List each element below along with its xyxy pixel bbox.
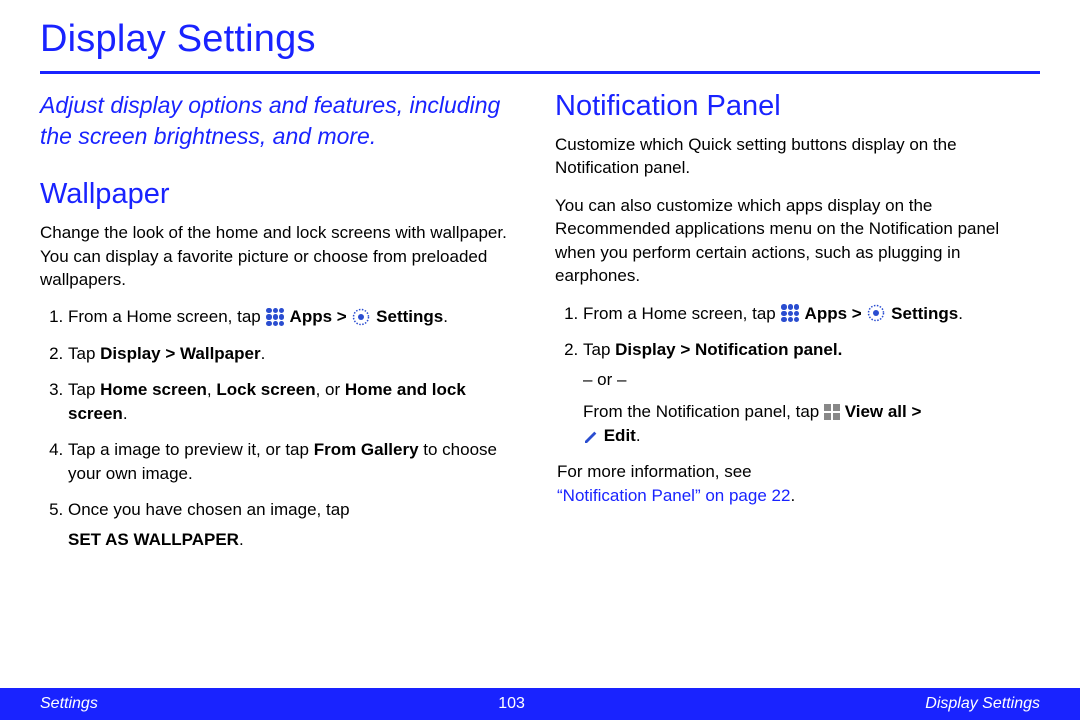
notification-desc-2: You can also customize which apps displa… bbox=[555, 194, 1040, 288]
apps-icon bbox=[266, 308, 284, 326]
notification-desc-1: Customize which Quick setting buttons di… bbox=[555, 133, 1040, 180]
apps-icon bbox=[781, 304, 799, 322]
gear-icon bbox=[352, 308, 370, 326]
notification-heading: Notification Panel bbox=[555, 90, 1040, 123]
wallpaper-step-3: Tap Home screen, Lock screen, or Home an… bbox=[68, 378, 525, 426]
wallpaper-step-1: From a Home screen, tap Apps > Settings. bbox=[68, 305, 525, 329]
wallpaper-steps: From a Home screen, tap Apps > Settings.… bbox=[40, 305, 525, 552]
wallpaper-step-5: Once you have chosen an image, tap SET A… bbox=[68, 498, 525, 552]
wallpaper-step-4: Tap a image to preview it, or tap From G… bbox=[68, 438, 525, 486]
wallpaper-heading: Wallpaper bbox=[40, 178, 525, 211]
notification-steps: From a Home screen, tap Apps > Settings.… bbox=[555, 302, 1040, 449]
pencil-icon bbox=[583, 428, 599, 444]
footer-page-number: 103 bbox=[498, 695, 525, 713]
view-all-icon bbox=[824, 404, 840, 420]
wallpaper-step-2: Tap Display > Wallpaper. bbox=[68, 342, 525, 366]
left-column: Adjust display options and features, inc… bbox=[40, 90, 525, 564]
intro-text: Adjust display options and features, inc… bbox=[40, 90, 525, 152]
right-column: Notification Panel Customize which Quick… bbox=[555, 90, 1040, 564]
notification-step-2: Tap Display > Notification panel. – or –… bbox=[583, 338, 1040, 449]
notification-panel-link[interactable]: “Notification Panel” on page 22 bbox=[557, 486, 790, 505]
page-footer: Settings 103 Display Settings bbox=[0, 688, 1080, 720]
footer-left: Settings bbox=[40, 695, 98, 713]
gear-icon bbox=[867, 304, 885, 322]
notification-more-info: For more information, see “Notification … bbox=[555, 460, 1040, 508]
wallpaper-desc: Change the look of the home and lock scr… bbox=[40, 221, 525, 291]
footer-right: Display Settings bbox=[925, 695, 1040, 713]
notification-step-1: From a Home screen, tap Apps > Settings. bbox=[583, 302, 1040, 326]
page-title: Display Settings bbox=[40, 18, 1040, 74]
